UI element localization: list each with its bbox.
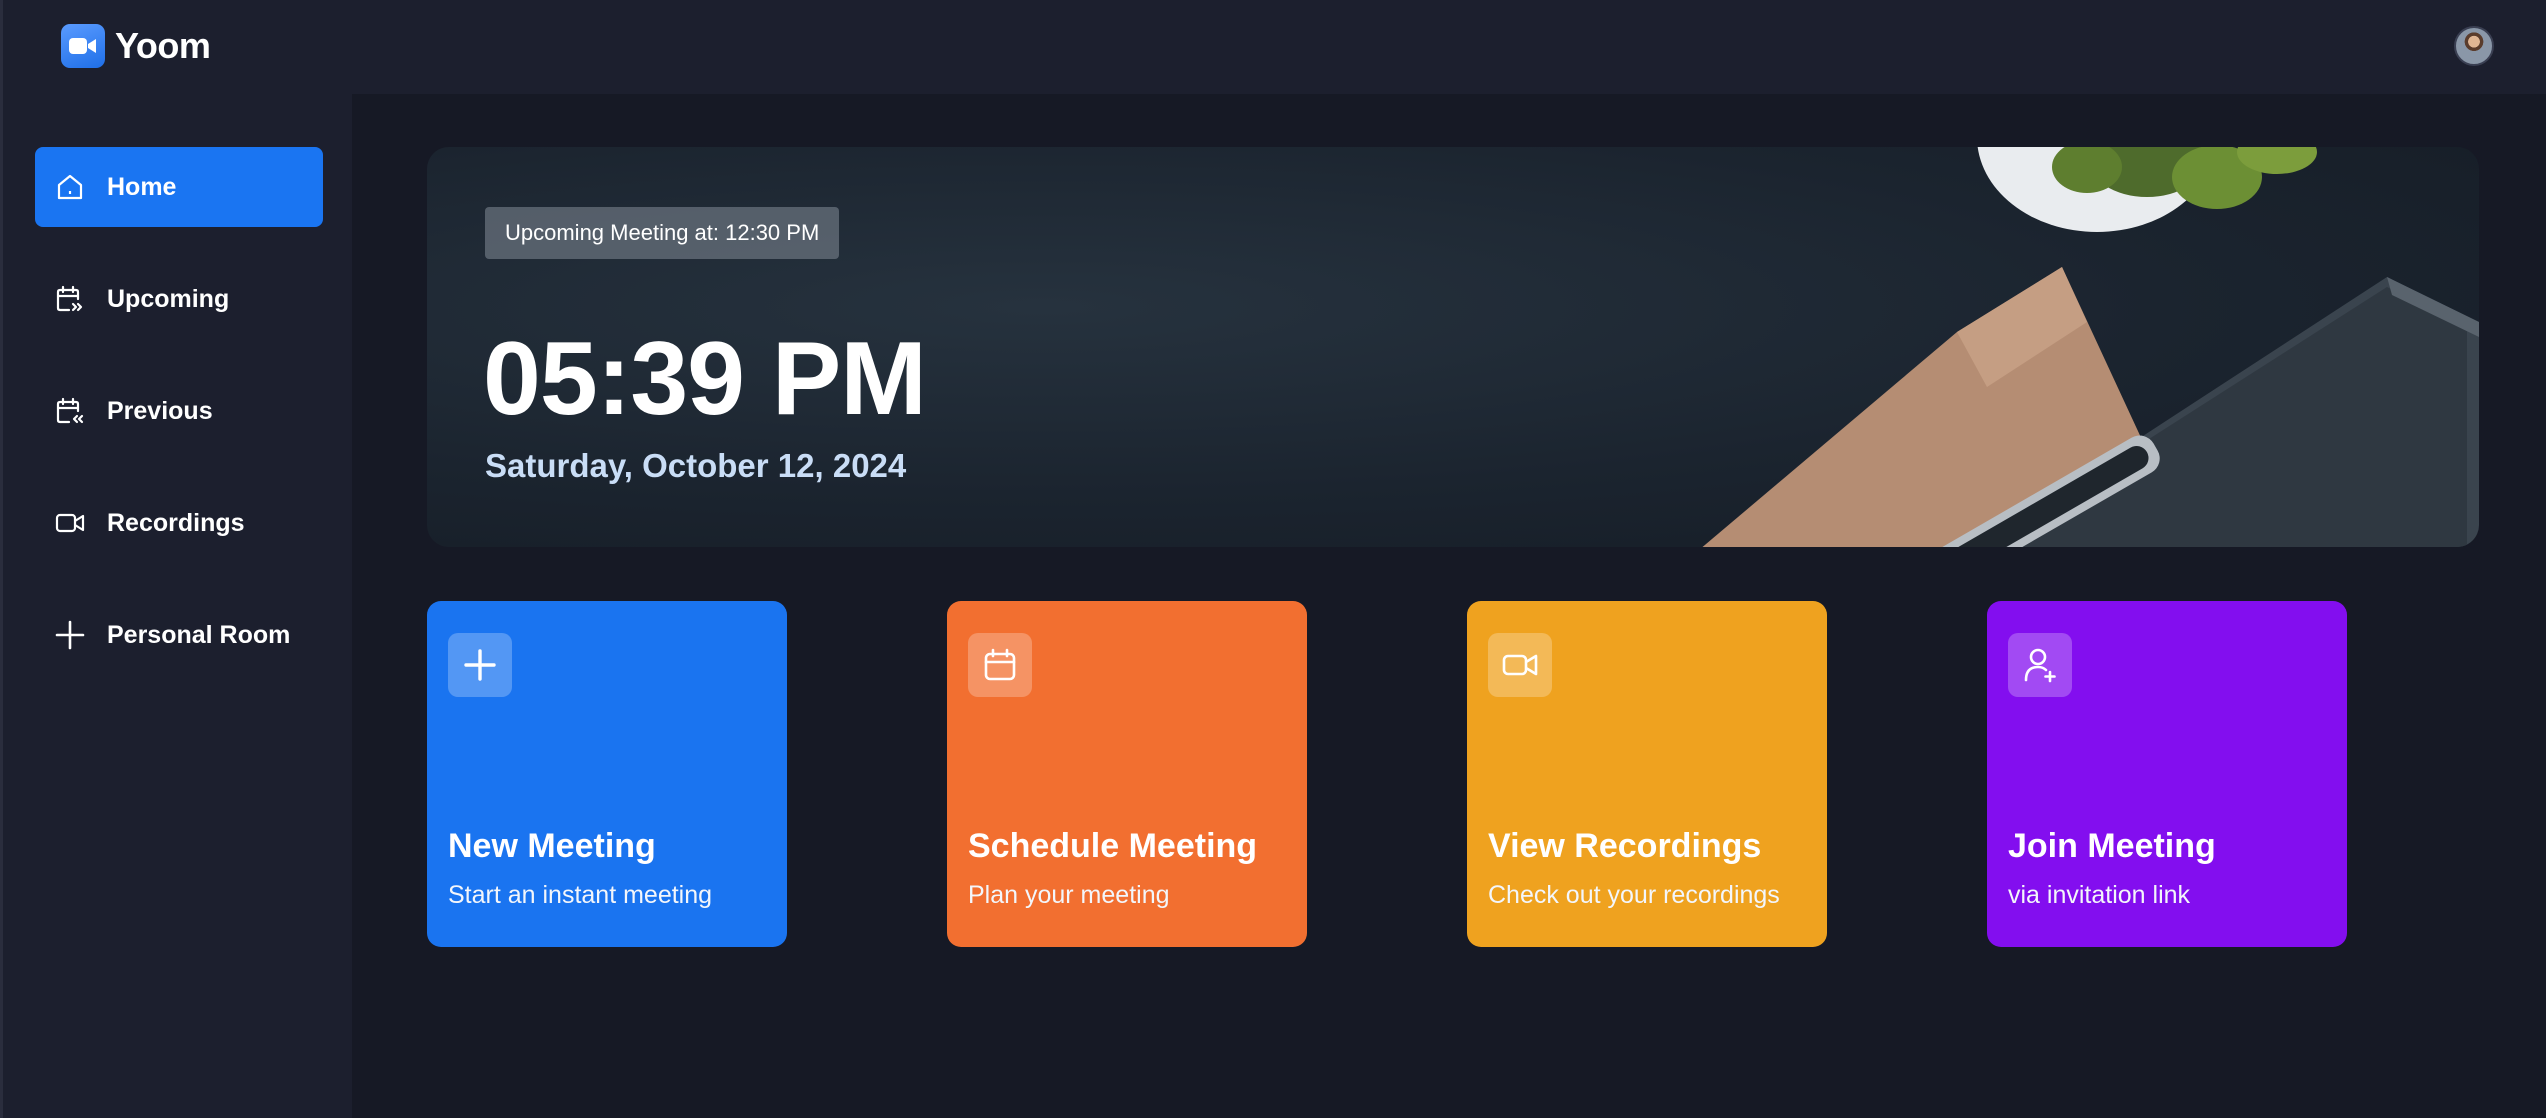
top-bar: Yoom [0,0,2546,94]
card-title: View Recordings [1488,827,1762,865]
upcoming-meeting-badge: Upcoming Meeting at: 12:30 PM [485,207,840,259]
app-name: Yoom [115,25,211,66]
video-icon [1488,633,1552,697]
calendar-upcoming-icon [53,282,87,316]
schedule-meeting-card[interactable]: Schedule Meeting Plan your meeting [947,601,1307,947]
sidebar-item-label: Personal Room [107,620,291,649]
user-plus-icon [2008,633,2072,697]
video-icon [53,506,87,540]
card-title: Schedule Meeting [968,827,1258,865]
sidebar-item-recordings[interactable]: Recordings [35,483,323,563]
current-time: 05:39 PM [483,321,927,437]
plus-icon [448,633,512,697]
calendar-previous-icon [53,394,87,428]
camera-icon [61,24,105,68]
sidebar-item-previous[interactable]: Previous [35,371,323,451]
user-avatar[interactable] [2454,26,2494,66]
home-icon [53,170,87,204]
app-logo[interactable]: Yoom [61,24,211,68]
card-title: Join Meeting [2008,827,2216,865]
sidebar-item-home[interactable]: Home [35,147,323,227]
sidebar-item-label: Upcoming [107,284,230,313]
sidebar-item-upcoming[interactable]: Upcoming [35,259,323,339]
card-title: New Meeting [448,827,656,865]
plus-icon [53,618,87,652]
new-meeting-card[interactable]: New Meeting Start an instant meeting [427,601,787,947]
sidebar-item-label: Home [107,172,177,201]
card-subtitle: Start an instant meeting [448,881,713,909]
card-subtitle: via invitation link [2008,881,2191,909]
join-meeting-card[interactable]: Join Meeting via invitation link [1987,601,2347,947]
sidebar-item-label: Recordings [107,508,245,537]
sidebar-item-personal-room[interactable]: Personal Room [35,595,323,675]
hero-banner: Upcoming Meeting at: 12:30 PM 05:39 PM S… [427,147,2479,547]
current-date: Saturday, October 12, 2024 [485,447,907,484]
calendar-icon [968,633,1032,697]
sidebar: Home Upcoming Previous Recordings Person… [0,94,352,1118]
view-recordings-card[interactable]: View Recordings Check out your recording… [1467,601,1827,947]
card-subtitle: Check out your recordings [1488,881,1780,909]
sidebar-item-label: Previous [107,396,213,425]
card-subtitle: Plan your meeting [968,881,1170,909]
